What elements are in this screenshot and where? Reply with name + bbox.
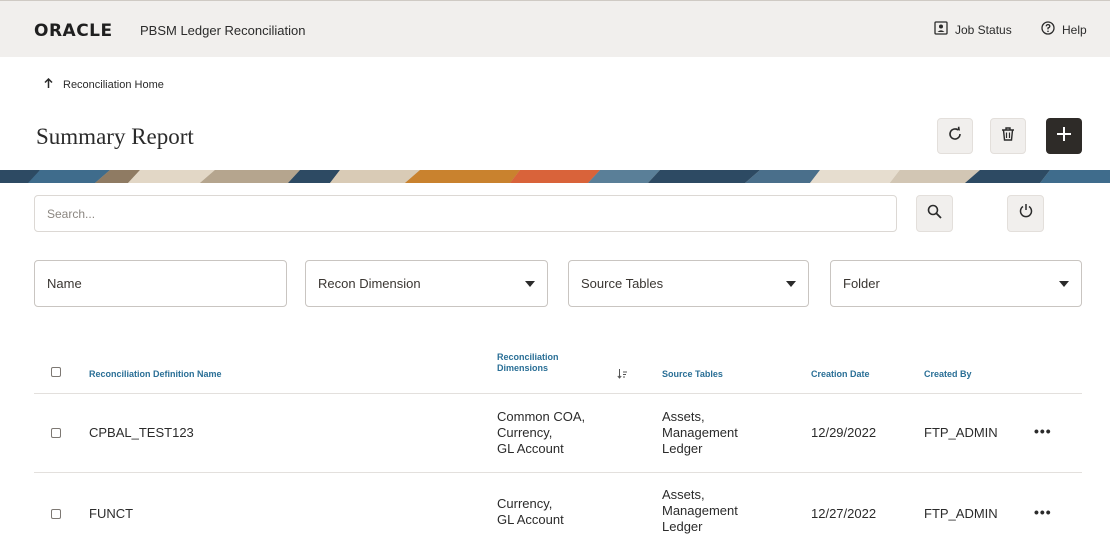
job-status-icon	[934, 21, 948, 38]
row-source-value: Assets,	[662, 487, 705, 502]
row-source-value: Ledger	[662, 519, 703, 534]
breadcrumb[interactable]: Reconciliation Home	[44, 77, 164, 92]
name-filter-label: Name	[47, 276, 82, 291]
column-header-source[interactable]: Source Tables	[662, 369, 723, 380]
sort-icon[interactable]	[617, 366, 628, 384]
row-dimension-value: GL Account	[497, 512, 564, 527]
column-header-name[interactable]: Reconciliation Definition Name	[89, 369, 222, 380]
job-status-link[interactable]: Job Status	[934, 21, 1012, 38]
row-name[interactable]: CPBAL_TEST123	[89, 425, 194, 441]
source-tables-filter-label: Source Tables	[581, 276, 664, 291]
row-dimension-value: GL Account	[497, 441, 564, 456]
row-dimension-value: Common COA,	[497, 409, 586, 424]
column-header-created-by[interactable]: Created By	[924, 369, 972, 380]
row-checkbox[interactable]	[51, 428, 61, 438]
row-creation-date: 12/29/2022	[811, 425, 877, 440]
row-source-value: Management	[662, 425, 738, 440]
row-divider	[34, 472, 1082, 473]
job-status-label: Job Status	[955, 22, 1012, 37]
folder-filter-label: Folder	[843, 276, 880, 291]
app-title: PBSM Ledger Reconciliation	[140, 23, 306, 38]
row-source-value: Assets,	[662, 409, 705, 424]
select-all-checkbox[interactable]	[51, 367, 61, 377]
column-header-dims-line1: Reconciliation	[497, 352, 559, 362]
oracle-logo: ORACLE	[34, 21, 113, 41]
source-tables-filter[interactable]: Source Tables	[568, 260, 809, 307]
row-dimensions: Common COA, Currency, GL Account	[497, 409, 585, 457]
delete-button[interactable]	[990, 118, 1026, 154]
recon-dimension-filter-label: Recon Dimension	[318, 276, 421, 291]
reset-icon	[1018, 203, 1034, 224]
arrow-up-icon	[44, 77, 53, 92]
search-field[interactable]	[34, 195, 897, 232]
row-source-value: Ledger	[662, 441, 703, 456]
column-header-date[interactable]: Creation Date	[811, 369, 870, 380]
add-button[interactable]	[1046, 118, 1082, 154]
chevron-down-icon	[1059, 280, 1069, 287]
row-creation-date: 12/27/2022	[811, 506, 877, 521]
row-source-tables: Assets, Management Ledger	[662, 409, 738, 457]
page-title: Summary Report	[36, 124, 194, 149]
refresh-icon	[947, 126, 963, 147]
row-created-by: FTP_ADMIN	[924, 425, 998, 440]
row-divider	[34, 393, 1082, 394]
search-button[interactable]	[916, 195, 953, 232]
chevron-down-icon	[525, 280, 535, 287]
row-dimension-value: Currency,	[497, 425, 553, 440]
breadcrumb-label: Reconciliation Home	[63, 79, 164, 91]
help-label: Help	[1062, 22, 1087, 37]
folder-filter[interactable]: Folder	[830, 260, 1082, 307]
row-checkbox[interactable]	[51, 509, 61, 519]
app-header: ORACLE PBSM Ledger Reconciliation Job St…	[0, 0, 1110, 57]
refresh-button[interactable]	[937, 118, 973, 154]
row-name[interactable]: FUNCT	[89, 506, 133, 522]
delete-icon	[1000, 126, 1016, 147]
help-icon	[1041, 21, 1055, 38]
more-icon[interactable]: •••	[1034, 423, 1052, 439]
search-icon	[927, 204, 942, 224]
row-created-by: FTP_ADMIN	[924, 506, 998, 521]
plus-icon	[1055, 125, 1073, 148]
chevron-down-icon	[786, 280, 796, 287]
help-link[interactable]: Help	[1041, 21, 1087, 38]
decorative-banner	[0, 170, 1110, 183]
search-input[interactable]	[35, 196, 896, 231]
row-source-value: Management	[662, 503, 738, 518]
row-source-tables: Assets, Management Ledger	[662, 487, 738, 535]
column-header-dims-line2: Dimensions	[497, 363, 549, 373]
more-icon[interactable]: •••	[1034, 504, 1052, 520]
row-dimension-value: Currency,	[497, 496, 553, 511]
reset-button[interactable]	[1007, 195, 1044, 232]
name-filter[interactable]: Name	[34, 260, 287, 307]
recon-dimension-filter[interactable]: Recon Dimension	[305, 260, 548, 307]
row-dimensions: Currency, GL Account	[497, 496, 564, 528]
column-header-dims[interactable]: Reconciliation Dimensions	[497, 352, 559, 374]
